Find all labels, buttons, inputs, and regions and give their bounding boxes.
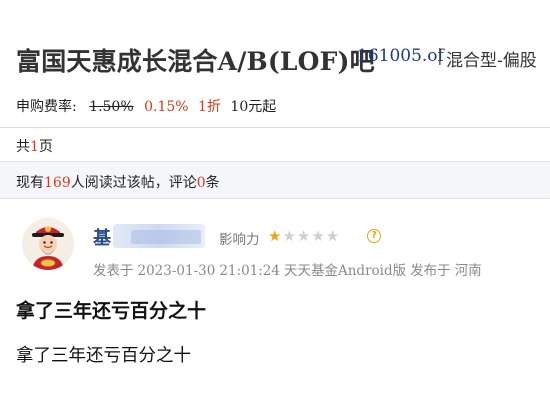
stats-suffix: 条 [205,175,220,191]
read-stats-text: 现有169人阅读过该帖，评论0条 [16,172,220,192]
post-location: 河南 [454,263,482,279]
fee-discount: 1折 [198,99,221,115]
fortune-god-avatar-icon [22,218,74,270]
fee-minimum: 10元起 [230,99,277,115]
stats-prefix: 现有 [16,175,44,191]
stats-middle: 人阅读过该帖，评论 [70,175,197,191]
fee-original: 1.50% [89,99,134,115]
post-meta: 发表于 2023-01-30 21:01:24 天天基金Android版 发布于 河南 [93,259,486,279]
username-link[interactable]: 基 [93,224,205,250]
post-title: 拿了三年还亏百分之十 [16,300,207,322]
purchase-fee-row: 申购费率: 1.50% 0.15% 1折 10元起 [16,96,276,116]
post-page: 富国天惠成长混合A/B(LOF)吧 161005.of | 混合型-偏股 申购费… [0,0,550,417]
post-client: 天天基金Android版 [283,263,407,279]
star-icon: ★ [296,227,312,245]
influence-stars: ★★★★★ [268,227,340,245]
star-icon: ★ [282,227,297,245]
fund-code-link[interactable]: 161005.of [357,46,444,66]
username[interactable]: 基 [93,224,111,250]
post-body: 拿了三年还亏百分之十 [16,346,191,366]
question-circle-icon[interactable]: ? [367,229,381,243]
divider [0,127,550,128]
post-date: 2023-01-30 [137,263,216,279]
reader-count: 169 [44,175,71,191]
comment-count: 0 [196,175,206,191]
star-icon: ★ [268,227,283,245]
fee-label: 申购费率: [16,99,77,115]
star-icon: ★ [311,227,326,245]
influence-label: 影响力 [219,232,260,248]
read-stats-bar: 现有169人阅读过该帖，评论0条 [0,161,550,199]
page-header: 富国天惠成长混合A/B(LOF)吧 161005.of | 混合型-偏股 [0,0,550,86]
star-icon: ★ [325,227,341,245]
page-count: 共1页 [16,136,53,156]
fund-type-label: 混合型-偏股 [446,51,537,71]
pager-count[interactable]: 1 [30,139,39,155]
location-prefix: 发布于 [410,263,451,279]
pager-suffix: 页 [38,139,53,155]
post-time: 21:01:24 [219,263,280,279]
pager-prefix: 共 [16,139,30,155]
meta-prefix: 发表于 [93,263,134,279]
fee-current: 0.15% [144,99,189,115]
username-redaction-overlay [131,230,201,244]
header-separator: | [437,46,443,66]
user-avatar[interactable] [22,218,74,270]
forum-title[interactable]: 富国天惠成长混合A/B(LOF)吧 [16,42,375,78]
